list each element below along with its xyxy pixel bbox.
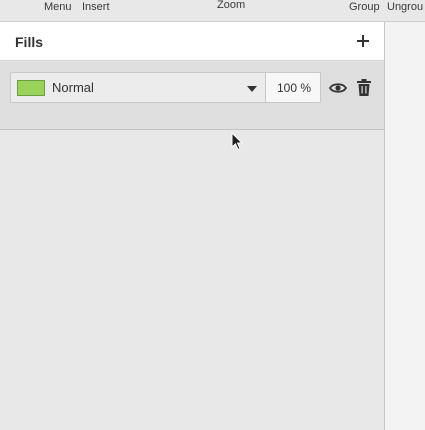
top-toolbar: Menu Insert Zoom Group Ungrou xyxy=(0,0,425,22)
fills-panel-title: Fills xyxy=(15,34,44,50)
fill-color-swatch[interactable] xyxy=(17,80,45,96)
mouse-cursor-icon xyxy=(231,131,244,151)
fill-row: Normal 100 % xyxy=(0,62,384,130)
opacity-input[interactable]: 100 % xyxy=(265,72,321,103)
group-button[interactable]: Group xyxy=(349,0,380,14)
eye-icon[interactable] xyxy=(328,80,348,96)
canvas-area[interactable] xyxy=(384,22,425,430)
trash-icon[interactable] xyxy=(357,79,371,96)
insert-button[interactable]: Insert xyxy=(82,0,110,14)
blend-mode-select[interactable]: Normal 100 % xyxy=(10,72,321,103)
fills-panel: Fills Normal 100 % xyxy=(0,22,384,430)
ungroup-button[interactable]: Ungrou xyxy=(387,0,423,14)
fills-panel-header: Fills xyxy=(0,22,384,61)
blend-mode-value: Normal xyxy=(52,80,94,95)
opacity-value: 100 % xyxy=(276,81,312,95)
zoom-button[interactable]: Zoom xyxy=(217,0,245,12)
plus-icon[interactable] xyxy=(354,32,372,50)
menu-button[interactable]: Menu xyxy=(44,0,72,14)
chevron-down-icon[interactable] xyxy=(247,86,257,92)
